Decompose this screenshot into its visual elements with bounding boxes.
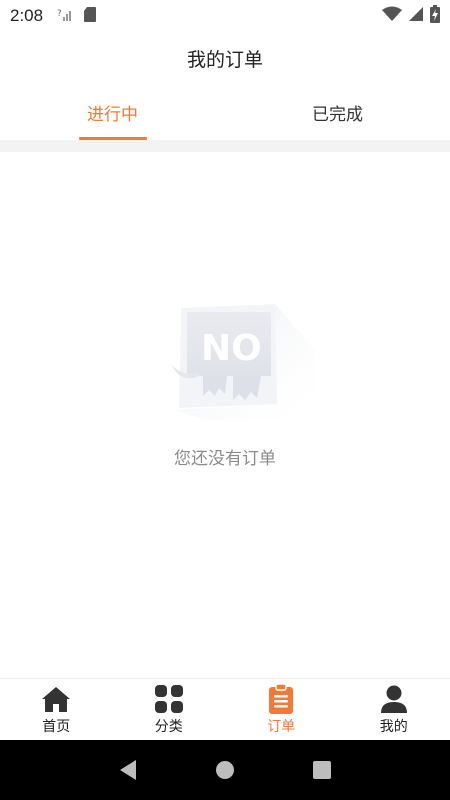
svg-text:?: ? (57, 9, 62, 19)
home-icon (41, 684, 71, 714)
status-time: 2:08 (10, 6, 44, 25)
empty-orders-illustration: NO (165, 300, 315, 420)
wifi-icon (382, 6, 402, 26)
tab-in-progress[interactable]: 进行中 (0, 84, 225, 140)
status-bar: 2:08 ? (0, 0, 450, 32)
clipboard-icon (266, 683, 296, 714)
nav-label: 首页 (42, 718, 71, 735)
page-header: 我的订单 (0, 32, 450, 84)
user-icon (379, 684, 409, 714)
tab-label: 已完成 (312, 104, 363, 125)
nav-orders[interactable]: 订单 (225, 679, 338, 740)
illustration-no-text: NO (201, 328, 262, 369)
cell-signal-icon (408, 6, 424, 26)
empty-state-message: 您还没有订单 (174, 449, 276, 469)
sd-card-icon (83, 6, 97, 26)
tab-label: 进行中 (87, 104, 138, 125)
battery-charging-icon (430, 5, 440, 27)
nav-category[interactable]: 分类 (113, 679, 226, 740)
tab-completed[interactable]: 已完成 (225, 84, 450, 140)
recents-icon[interactable] (307, 755, 337, 785)
section-divider (0, 140, 450, 152)
order-tabs: 进行中 已完成 (0, 84, 450, 140)
nav-label: 分类 (154, 718, 183, 735)
back-icon[interactable] (113, 755, 143, 785)
bottom-nav: 首页 分类 订单 我的 (0, 678, 450, 740)
nav-me[interactable]: 我的 (338, 679, 450, 740)
page-title: 我的订单 (186, 48, 263, 71)
nav-home[interactable]: 首页 (0, 679, 113, 740)
signal-question-icon: ? (57, 6, 73, 26)
home-circle-icon[interactable] (210, 755, 240, 785)
nav-label: 订单 (267, 718, 296, 735)
system-nav-bar (0, 740, 450, 800)
grid-icon (154, 684, 184, 714)
nav-label: 我的 (379, 718, 408, 735)
